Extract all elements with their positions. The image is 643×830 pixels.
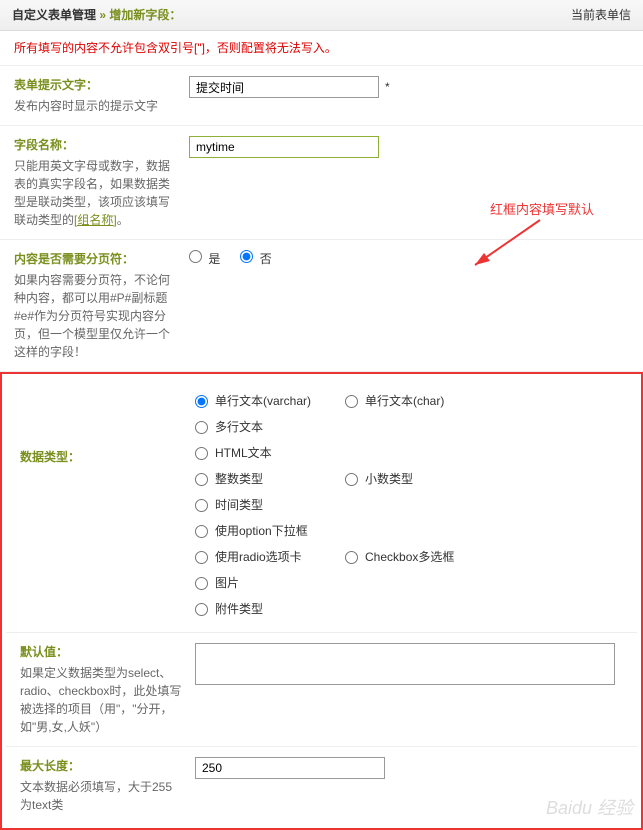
radio-checkbox[interactable]: Checkbox多选框 bbox=[345, 544, 495, 570]
radio-no[interactable]: 否 bbox=[240, 250, 271, 268]
radio-int[interactable]: 整数类型 bbox=[195, 466, 345, 492]
radio-varchar[interactable]: 单行文本(varchar) bbox=[195, 388, 345, 414]
label-field-name: 字段名称： bbox=[14, 136, 177, 154]
default-value-textarea[interactable] bbox=[195, 643, 615, 685]
desc-default: 如果定义数据类型为select、radio、checkbox时，此处填写被选择的… bbox=[20, 664, 183, 736]
radio-image[interactable]: 图片 bbox=[195, 570, 345, 596]
label-default: 默认值： bbox=[20, 643, 183, 661]
prompt-text-input[interactable] bbox=[189, 76, 379, 98]
label-prompt-text: 表单提示文字： bbox=[14, 76, 177, 94]
current-form-label: 当前表单信 bbox=[571, 6, 631, 24]
desc-maxlen: 文本数据必须填写，大于255为text类 bbox=[20, 778, 183, 814]
radio-decimal[interactable]: 小数类型 bbox=[345, 466, 495, 492]
radio-radio[interactable]: 使用radio选项卡 bbox=[195, 544, 345, 570]
label-maxlen: 最大长度： bbox=[20, 757, 183, 775]
page-title: 自定义表单管理 » 增加新字段： bbox=[12, 6, 181, 24]
desc-pagination: 如果内容需要分页符，不论何种内容，都可以用#P#副标题#e#作为分页符号实现内容… bbox=[14, 271, 177, 361]
radio-html[interactable]: HTML文本 bbox=[195, 440, 623, 466]
annotation-text: 红框内容填写默认 bbox=[490, 200, 594, 220]
label-data-type: 数据类型： bbox=[20, 448, 80, 466]
label-pagination: 内容是否需要分页符： bbox=[14, 250, 177, 268]
desc-prompt-text: 发布内容时显示的提示文字 bbox=[14, 97, 177, 115]
radio-attachment[interactable]: 附件类型 bbox=[195, 596, 623, 622]
radio-multiline[interactable]: 多行文本 bbox=[195, 414, 345, 440]
radio-char[interactable]: 单行文本(char) bbox=[345, 388, 495, 414]
warning-text: 所有填写的内容不允许包含双引号["]，否则配置将无法写入。 bbox=[0, 31, 643, 66]
field-name-input[interactable] bbox=[189, 136, 379, 158]
desc-field-name: 只能用英文字母或数字，数据表的真实字段名，如果数据类型是联动类型，该项应该填写联… bbox=[14, 157, 177, 229]
radio-option[interactable]: 使用option下拉框 bbox=[195, 518, 623, 544]
maxlen-input[interactable] bbox=[195, 757, 385, 779]
radio-yes[interactable]: 是 bbox=[189, 250, 220, 268]
radio-time[interactable]: 时间类型 bbox=[195, 492, 345, 518]
required-star: * bbox=[385, 78, 390, 96]
group-name-link[interactable]: [组名称] bbox=[74, 213, 117, 227]
